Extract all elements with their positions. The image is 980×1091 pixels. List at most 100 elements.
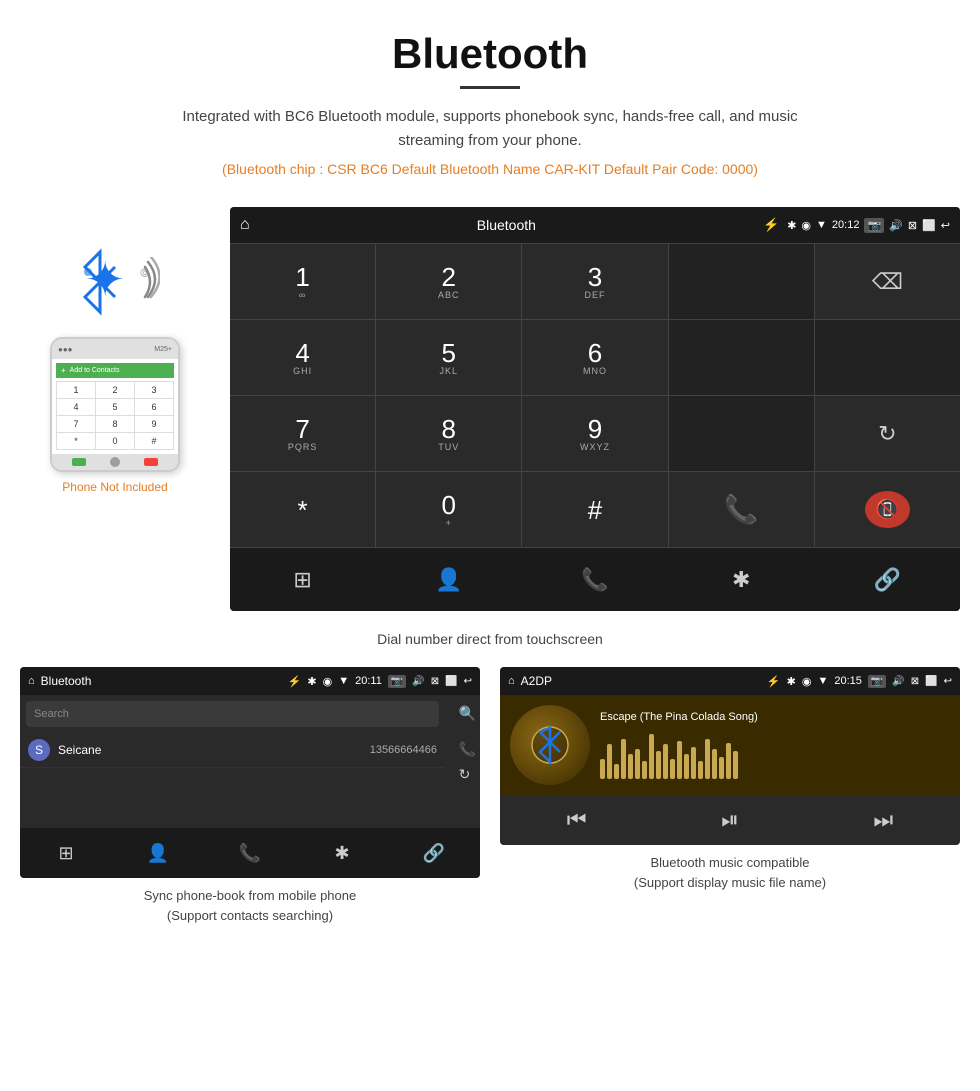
phone-bottom-bar (52, 454, 178, 470)
nav-phone-button[interactable]: 📞 (522, 548, 667, 611)
music-back-icon[interactable]: ↩ (944, 676, 952, 687)
nav-apps-button[interactable]: ⊞ (230, 548, 375, 611)
phone-key-7[interactable]: 7 (57, 416, 95, 432)
phone-end-btn[interactable] (144, 458, 158, 466)
dial-key-6[interactable]: 6MNO (522, 320, 667, 395)
viz-bar-13 (691, 747, 696, 779)
viz-bar-0 (600, 759, 605, 779)
music-cam-icon[interactable]: 📷 (868, 675, 886, 688)
specs-text: (Bluetooth chip : CSR BC6 Default Blueto… (20, 161, 960, 177)
music-bt-icon: ✱ (787, 675, 796, 688)
music-next-button[interactable]: ⏭ (807, 795, 960, 845)
location-icon: ◉ (801, 219, 811, 232)
phone-key-0[interactable]: 0 (96, 433, 134, 449)
pb-nav-apps[interactable]: ⊞ (20, 828, 112, 878)
music-loc-icon: ◉ (802, 675, 812, 688)
phonebook-caption: Sync phone-book from mobile phone (Suppo… (144, 886, 356, 925)
phone-add-contact: +Add to Contacts (56, 363, 174, 378)
phone-section: ✦ ⦾ ●●● (20, 207, 210, 494)
phone-home-btn[interactable] (110, 457, 120, 467)
phone-key-6[interactable]: 6 (135, 399, 173, 415)
viz-bar-15 (705, 739, 710, 779)
phone-key-5[interactable]: 5 (96, 399, 134, 415)
pb-win-icon[interactable]: ⬜ (445, 676, 457, 687)
viz-bar-3 (621, 739, 626, 779)
dial-grid: 1∞ 2ABC 3DEF ⌫ 4GHI 5JKL 6MNO (230, 243, 960, 547)
phone-key-9[interactable]: 9 (135, 416, 173, 432)
android-status-bar: ⌂ Bluetooth ⚡ ✱ ◉ ▼ 20:12 📷 🔊 ⊠ ⬜ ↩ (230, 207, 960, 243)
music-home-icon[interactable]: ⌂ (508, 675, 515, 687)
music-close-icon[interactable]: ⊠ (911, 676, 919, 687)
bottom-screenshots-row: ⌂ Bluetooth ⚡ ✱ ◉ ▼ 20:11 📷 🔊 ⊠ ⬜ ↩ Sear… (0, 667, 980, 925)
dial-refresh-button[interactable]: ↻ (815, 396, 960, 471)
phonebook-contact-row[interactable]: S Seicane 13566664466 (20, 733, 445, 768)
music-win-icon[interactable]: ⬜ (925, 676, 937, 687)
camera-icon[interactable]: 📷 (864, 218, 884, 233)
music-item: ⌂ A2DP ⚡ ✱ ◉ ▼ 20:15 📷 🔊 ⊠ ⬜ ↩ (500, 667, 960, 925)
dial-key-hash[interactable]: # (522, 472, 667, 547)
back-icon[interactable]: ↩ (941, 219, 950, 232)
music-prev-button[interactable]: ⏮ (500, 795, 653, 845)
pb-nav-bt[interactable]: ✱ (296, 828, 388, 878)
nav-bluetooth-button[interactable]: ✱ (669, 548, 814, 611)
nav-link-button[interactable]: 🔗 (815, 548, 960, 611)
status-icons: ✱ ◉ ▼ 20:12 📷 🔊 ⊠ ⬜ ↩ (787, 218, 950, 233)
phone-not-included-label: Phone Not Included (62, 480, 167, 494)
dial-key-8[interactable]: 8TUV (376, 396, 521, 471)
phonebook-item: ⌂ Bluetooth ⚡ ✱ ◉ ▼ 20:11 📷 🔊 ⊠ ⬜ ↩ Sear… (20, 667, 480, 925)
dial-red-call-button[interactable]: 📵 (815, 472, 960, 547)
pb-home-icon[interactable]: ⌂ (28, 675, 35, 687)
dial-key-2[interactable]: 2ABC (376, 244, 521, 319)
pb-vol-icon[interactable]: 🔊 (412, 676, 424, 687)
page-title: Bluetooth (20, 30, 960, 78)
pb-call-icon[interactable]: 📞 (459, 741, 476, 758)
contact-number: 13566664466 (370, 744, 437, 756)
music-visualizer (600, 729, 950, 779)
pb-close-icon[interactable]: ⊠ (431, 676, 439, 687)
pb-nav-contacts[interactable]: 👤 (112, 828, 204, 878)
pb-cam-icon[interactable]: 📷 (388, 675, 406, 688)
viz-bar-17 (719, 757, 724, 779)
phone-key-1[interactable]: 1 (57, 382, 95, 398)
dial-key-5[interactable]: 5JKL (376, 320, 521, 395)
main-content: ✦ ⦾ ●●● (0, 207, 980, 611)
pb-back-icon[interactable]: ↩ (464, 676, 472, 687)
usb-icon: ⚡ (763, 217, 779, 233)
viz-bar-8 (656, 751, 661, 779)
volume-icon[interactable]: 🔊 (889, 219, 903, 232)
phone-key-hash[interactable]: # (135, 433, 173, 449)
phone-key-2[interactable]: 2 (96, 382, 134, 398)
viz-bar-19 (733, 751, 738, 779)
phone-key-star[interactable]: * (57, 433, 95, 449)
phone-key-8[interactable]: 8 (96, 416, 134, 432)
phone-key-3[interactable]: 3 (135, 382, 173, 398)
music-play-pause-button[interactable]: ⏯ (653, 795, 806, 845)
close-icon[interactable]: ⊠ (908, 219, 917, 232)
dial-key-4[interactable]: 4GHI (230, 320, 375, 395)
dial-key-star[interactable]: * (230, 472, 375, 547)
dial-empty-r1c4 (669, 244, 814, 319)
window-icon[interactable]: ⬜ (922, 219, 936, 232)
phonebook-search-bar[interactable]: Search (26, 701, 439, 727)
dial-key-1[interactable]: 1∞ (230, 244, 375, 319)
home-icon[interactable]: ⌂ (240, 216, 250, 234)
music-vol-icon[interactable]: 🔊 (892, 676, 904, 687)
music-title: A2DP (521, 674, 761, 688)
pb-nav-phone[interactable]: 📞 (204, 828, 296, 878)
dial-key-0[interactable]: 0+ (376, 472, 521, 547)
phone-call-btn[interactable] (72, 458, 86, 466)
dial-key-3[interactable]: 3DEF (522, 244, 667, 319)
pb-search-icon[interactable]: 🔍 (459, 705, 476, 722)
phone-mockup: ●●● M25+ +Add to Contacts 1 2 3 4 5 6 7 … (50, 337, 180, 472)
phone-key-4[interactable]: 4 (57, 399, 95, 415)
dial-green-call-button[interactable]: 📞 (669, 472, 814, 547)
dial-key-7[interactable]: 7PQRS (230, 396, 375, 471)
android-bottom-nav: ⊞ 👤 📞 ✱ 🔗 (230, 547, 960, 611)
pb-nav-link[interactable]: 🔗 (388, 828, 480, 878)
nav-contacts-button[interactable]: 👤 (376, 548, 521, 611)
music-player-area: Escape (The Pina Colada Song) (500, 695, 960, 795)
dial-backspace-button[interactable]: ⌫ (815, 244, 960, 319)
phonebook-screen: ⌂ Bluetooth ⚡ ✱ ◉ ▼ 20:11 📷 🔊 ⊠ ⬜ ↩ Sear… (20, 667, 480, 878)
dial-key-9[interactable]: 9WXYZ (522, 396, 667, 471)
pb-sync-icon[interactable]: ↻ (459, 766, 476, 783)
